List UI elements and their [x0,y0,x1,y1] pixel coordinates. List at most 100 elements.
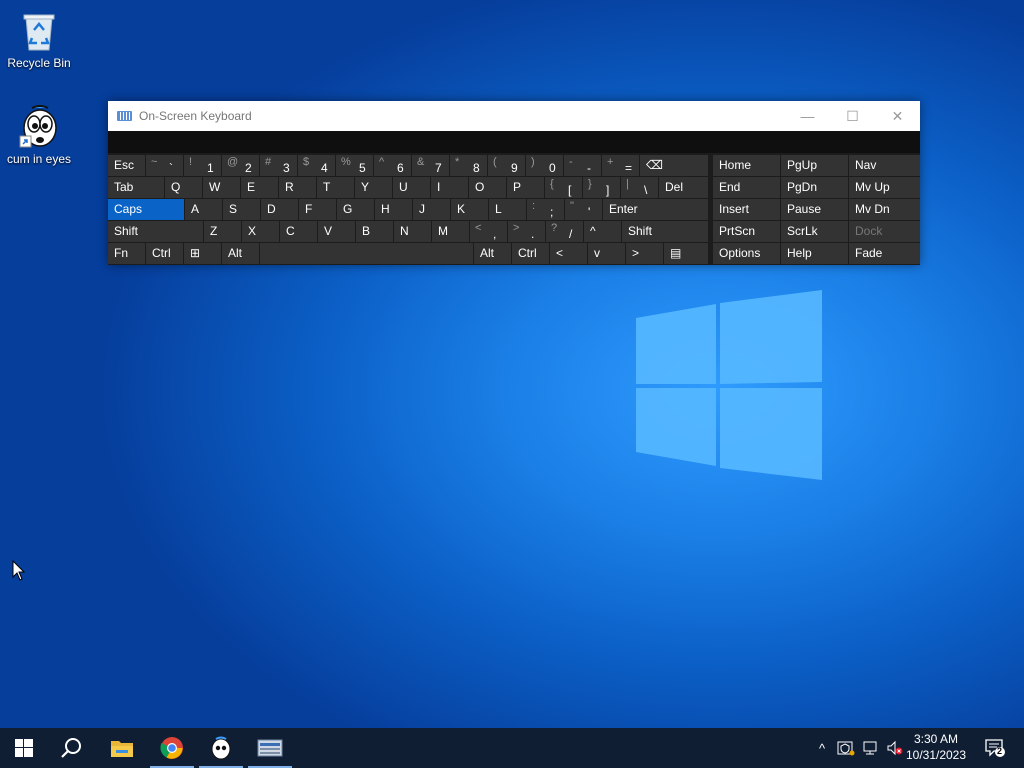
title-bar[interactable]: On-Screen Keyboard — ☐ ✕ [108,101,920,131]
key-esc[interactable]: Esc [108,155,145,176]
windows-security-icon[interactable] [836,738,856,758]
key-alt[interactable]: Alt [474,243,511,264]
key-space[interactable] [260,243,473,264]
key-symbol[interactable]: }] [583,177,620,198]
key-symbol[interactable]: ▤ [664,243,708,264]
key-enter[interactable]: Enter [603,199,708,220]
key-shift[interactable]: Shift [108,221,203,242]
key-options[interactable]: Options [713,243,780,264]
key-symbol[interactable]: + = [602,155,639,176]
maximize-button[interactable]: ☐ [830,101,875,131]
key-mv-up[interactable]: Mv Up [849,177,920,198]
volume-muted-icon[interactable] [885,738,905,758]
key-del[interactable]: Del [659,177,708,198]
key-home[interactable]: Home [713,155,780,176]
key-q[interactable]: Q [165,177,202,198]
key-v[interactable]: v [588,243,625,264]
key-tab[interactable]: Tab [108,177,164,198]
key-s[interactable]: S [223,199,260,220]
key-n[interactable]: N [394,221,431,242]
key-symbol[interactable]: ^ [584,221,621,242]
minimize-button[interactable]: — [785,101,830,131]
key-symbol[interactable]: ⊞ [184,243,221,264]
key-pgdn[interactable]: PgDn [781,177,848,198]
key-fn[interactable]: Fn [108,243,145,264]
close-button[interactable]: ✕ [875,101,920,131]
key-5[interactable]: % 5 [336,155,373,176]
key-u[interactable]: U [393,177,430,198]
key-8[interactable]: * 8 [450,155,487,176]
key-d[interactable]: D [261,199,298,220]
key-1[interactable]: ! 1 [184,155,221,176]
key-o[interactable]: O [469,177,506,198]
key-k[interactable]: K [451,199,488,220]
key-nav[interactable]: Nav [849,155,920,176]
cartoon-app-button[interactable] [197,728,245,768]
key-9[interactable]: (9 [488,155,525,176]
key-prtscn[interactable]: PrtScn [713,221,780,242]
key-ctrl[interactable]: Ctrl [146,243,183,264]
key-i[interactable]: I [431,177,468,198]
key-r[interactable]: R [279,177,316,198]
key-l[interactable]: L [489,199,526,220]
key-c[interactable]: C [280,221,317,242]
key-v[interactable]: V [318,221,355,242]
chrome-button[interactable] [148,728,196,768]
file-explorer-button[interactable] [98,728,146,768]
start-button[interactable] [0,728,48,768]
key-label: Ctrl [152,246,171,260]
key-shift[interactable]: Shift [622,221,708,242]
network-icon[interactable] [861,738,881,758]
key-symbol[interactable]: | \ [621,177,658,198]
key-a[interactable]: A [185,199,222,220]
key-scrlk[interactable]: ScrLk [781,221,848,242]
key-symbol[interactable]: " ' [565,199,602,220]
key-symbol[interactable]: {[ [545,177,582,198]
key-symbol[interactable]: :; [527,199,564,220]
key-help[interactable]: Help [781,243,848,264]
key-symbol[interactable]: ? / [546,221,583,242]
key-end[interactable]: End [713,177,780,198]
system-clock[interactable]: 3:30 AM 10/31/2023 [904,731,968,763]
on-screen-keyboard-button[interactable] [246,728,294,768]
key-6[interactable]: ^ 6 [374,155,411,176]
desktop-icon-recycle-bin[interactable]: Recycle Bin [1,8,77,70]
desktop-icon-shortcut[interactable]: cum in eyes [1,104,77,166]
search-button[interactable] [48,728,96,768]
key-h[interactable]: H [375,199,412,220]
key-symbol[interactable]: <, [470,221,507,242]
key-j[interactable]: J [413,199,450,220]
key-z[interactable]: Z [204,221,241,242]
key-7[interactable]: & 7 [412,155,449,176]
key-e[interactable]: E [241,177,278,198]
key-x[interactable]: X [242,221,279,242]
action-center-button[interactable]: 2 [983,738,1007,758]
key-t[interactable]: T [317,177,354,198]
key-pgup[interactable]: PgUp [781,155,848,176]
key-fade[interactable]: Fade [849,243,920,264]
key-symbol[interactable]: < [550,243,587,264]
key-b[interactable]: B [356,221,393,242]
key-symbol[interactable]: >. [508,221,545,242]
key-insert[interactable]: Insert [713,199,780,220]
key-g[interactable]: G [337,199,374,220]
key-symbol[interactable]: > [626,243,663,264]
key-w[interactable]: W [203,177,240,198]
key-p[interactable]: P [507,177,544,198]
key-3[interactable]: #3 [260,155,297,176]
key-symbol[interactable]: ⌫ [640,155,708,176]
key-2[interactable]: @2 [222,155,259,176]
show-hidden-icons-chevron-icon[interactable]: ^ [812,738,832,758]
key-pause[interactable]: Pause [781,199,848,220]
key-alt[interactable]: Alt [222,243,259,264]
key-ctrl[interactable]: Ctrl [512,243,549,264]
key-4[interactable]: $4 [298,155,335,176]
key-f[interactable]: F [299,199,336,220]
key-caps[interactable]: Caps [108,199,184,220]
key-y[interactable]: Y [355,177,392,198]
key-m[interactable]: M [432,221,469,242]
key-symbol[interactable]: -- [564,155,601,176]
key-mv-dn[interactable]: Mv Dn [849,199,920,220]
key-symbol[interactable]: ~ ` [146,155,183,176]
key-0[interactable]: ) 0 [526,155,563,176]
